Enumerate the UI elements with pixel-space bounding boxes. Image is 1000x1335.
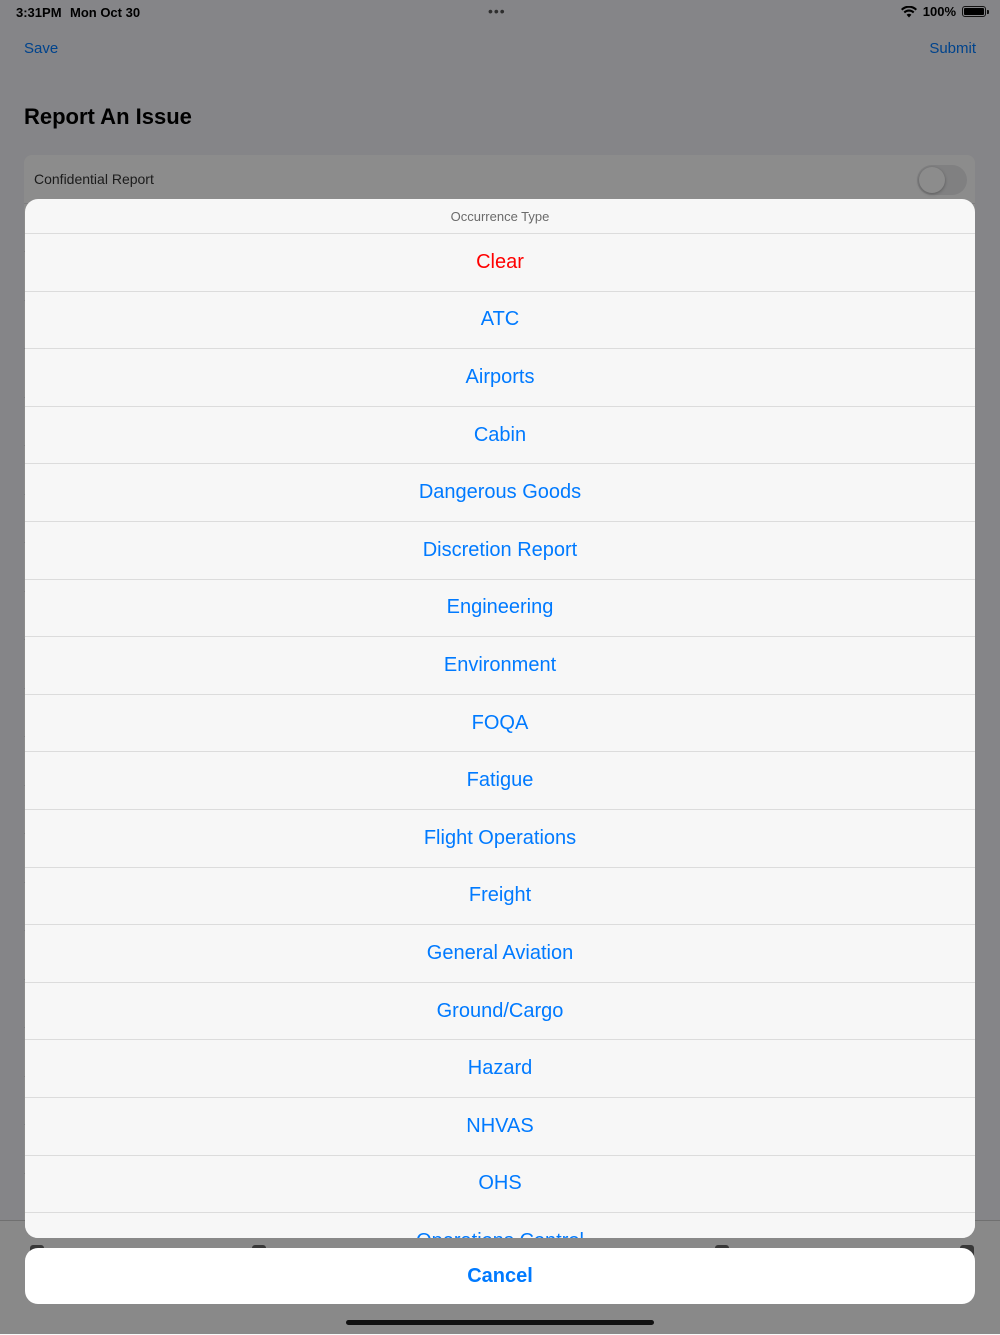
option-ground-cargo[interactable]: Ground/Cargo bbox=[25, 982, 975, 1041]
option-freight[interactable]: Freight bbox=[25, 867, 975, 926]
option-environment[interactable]: Environment bbox=[25, 637, 975, 695]
option-airports[interactable]: Airports bbox=[25, 349, 975, 407]
option-dangerous-goods[interactable]: Dangerous Goods bbox=[25, 464, 975, 522]
option-cabin[interactable]: Cabin bbox=[25, 406, 975, 465]
option-operations-control[interactable]: Operations Control bbox=[25, 1213, 975, 1238]
option-discretion-report[interactable]: Discretion Report bbox=[25, 521, 975, 580]
occurrence-type-action-sheet: Occurrence Type Clear ATC Airports Cabin Dan… bbox=[25, 199, 975, 1238]
option-general-aviation[interactable]: General Aviation bbox=[25, 925, 975, 983]
option-ohs[interactable]: OHS bbox=[25, 1155, 975, 1214]
action-sheet-options: Clear ATC Airports Cabin Dangerous Goods Disc… bbox=[25, 234, 975, 1238]
action-sheet-title: Occurrence Type bbox=[25, 199, 975, 234]
option-atc[interactable]: ATC bbox=[25, 291, 975, 350]
option-flight-operations[interactable]: Flight Operations bbox=[25, 809, 975, 868]
cancel-button[interactable]: Cancel bbox=[25, 1248, 975, 1304]
option-engineering[interactable]: Engineering bbox=[25, 579, 975, 638]
option-nhvas[interactable]: NHVAS bbox=[25, 1097, 975, 1156]
option-clear[interactable]: Clear bbox=[25, 234, 975, 292]
option-fatigue[interactable]: Fatigue bbox=[25, 752, 975, 810]
option-foqa[interactable]: FOQA bbox=[25, 694, 975, 753]
option-hazard[interactable]: Hazard bbox=[25, 1040, 975, 1098]
home-indicator[interactable] bbox=[346, 1320, 654, 1325]
